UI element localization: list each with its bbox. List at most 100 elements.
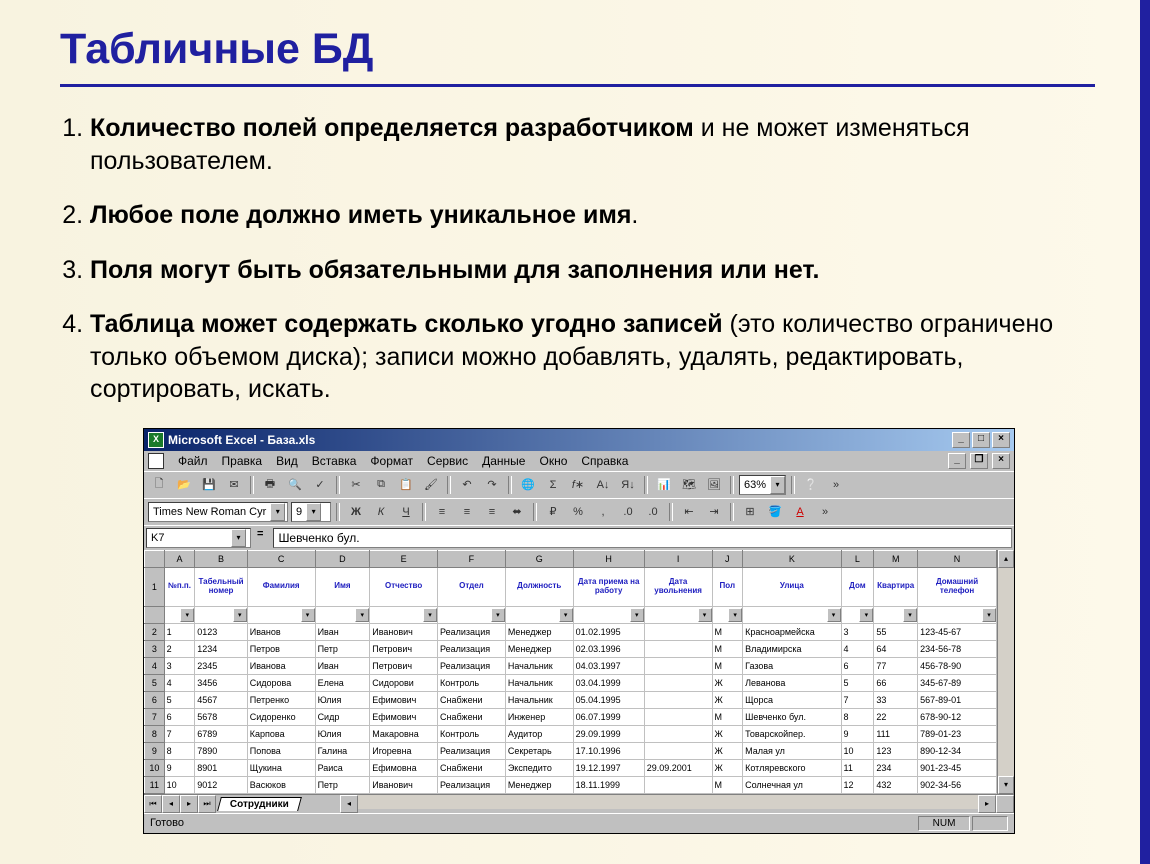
tab-next[interactable]: ▸: [180, 795, 198, 813]
titlebar: X Microsoft Excel - База.xls _ □ ×: [144, 429, 1014, 451]
align-center-icon[interactable]: ≡: [456, 501, 478, 523]
cut-icon[interactable]: ✂: [345, 474, 367, 496]
menu-file[interactable]: Файл: [178, 454, 208, 468]
hyperlink-icon[interactable]: 🌐: [517, 474, 539, 496]
status-cell: [972, 816, 1008, 831]
chart-icon[interactable]: 📊: [653, 474, 675, 496]
scroll-corner: [996, 795, 1014, 813]
menu-view[interactable]: Вид: [276, 454, 298, 468]
format-toolbar: Times New Roman Cyr▾ 9▾ Ж К Ч ≡ ≡ ≡ ⬌ ₽ …: [144, 498, 1014, 525]
font-color-icon[interactable]: A: [789, 501, 811, 523]
sort-desc-icon[interactable]: Я↓: [617, 474, 639, 496]
inc-indent-icon[interactable]: ⇥: [703, 501, 725, 523]
menu-insert[interactable]: Вставка: [312, 454, 357, 468]
more-format-icon[interactable]: »: [814, 501, 836, 523]
inc-decimal-icon[interactable]: .0: [617, 501, 639, 523]
undo-icon[interactable]: ↶: [456, 474, 478, 496]
formula-bar[interactable]: Шевченко бул.: [273, 528, 1012, 548]
doc-restore[interactable]: ❐: [970, 453, 988, 469]
menu-tools[interactable]: Сервис: [427, 454, 468, 468]
sort-asc-icon[interactable]: A↓: [592, 474, 614, 496]
zoom-combo[interactable]: 63%▾: [739, 475, 786, 495]
status-bar: Готово NUM: [144, 813, 1014, 833]
font-combo[interactable]: Times New Roman Cyr▾: [148, 502, 288, 522]
grid-area: AB CD EF GH IJ KL MN 1 №п.п.Табельный но…: [144, 550, 1014, 794]
doc-icon: [148, 453, 164, 469]
table-row[interactable]: 987890ПоповаГалинаИгоревнаРеализацияСекр…: [145, 742, 997, 759]
print-icon[interactable]: 🖶: [259, 474, 281, 496]
tab-prev[interactable]: ◂: [162, 795, 180, 813]
excel-window: X Microsoft Excel - База.xls _ □ × Файл …: [143, 428, 1015, 834]
header-row: 1 №п.п.Табельный номерФамилия ИмяОтчеств…: [145, 567, 997, 606]
status-text: Готово: [150, 817, 184, 829]
close-button[interactable]: ×: [992, 432, 1010, 448]
standard-toolbar: 🗋 📂 💾 ✉ 🖶 🔍 ✓ ✂ ⧉ 📋 🖌 ↶ ↷ 🌐 Σ f∗ A↓ Я↓ 📊…: [144, 471, 1014, 498]
menu-window[interactable]: Окно: [539, 454, 567, 468]
currency-icon[interactable]: ₽: [542, 501, 564, 523]
table-row[interactable]: 543456СидороваЕленаСидоровиКонтрольНачал…: [145, 674, 997, 691]
menubar: Файл Правка Вид Вставка Формат Сервис Да…: [144, 451, 1014, 471]
more-icon[interactable]: »: [825, 474, 847, 496]
tab-first[interactable]: ⏮: [144, 795, 162, 813]
align-left-icon[interactable]: ≡: [431, 501, 453, 523]
doc-close[interactable]: ×: [992, 453, 1010, 469]
point-2: Любое поле должно иметь уникальное имя.: [90, 199, 1095, 232]
drawing-icon[interactable]: 🖼: [703, 474, 725, 496]
point-3: Поля могут быть обязательными для заполн…: [90, 254, 1095, 287]
menu-format[interactable]: Формат: [370, 454, 413, 468]
align-right-icon[interactable]: ≡: [481, 501, 503, 523]
table-row[interactable]: 765678СидоренкоСидрЕфимовичСнабжениИнжен…: [145, 708, 997, 725]
map-icon[interactable]: 🗺: [678, 474, 700, 496]
help-icon[interactable]: ❔: [800, 474, 822, 496]
numlock-indicator: NUM: [918, 816, 971, 831]
borders-icon[interactable]: ⊞: [739, 501, 761, 523]
minimize-button[interactable]: _: [952, 432, 970, 448]
table-row[interactable]: 432345ИвановаИванПетровичРеализацияНачал…: [145, 657, 997, 674]
percent-icon[interactable]: %: [567, 501, 589, 523]
spell-icon[interactable]: ✓: [309, 474, 331, 496]
bullet-list: Количество полей определяется разработчи…: [60, 112, 1095, 406]
dec-indent-icon[interactable]: ⇤: [678, 501, 700, 523]
function-icon[interactable]: f∗: [567, 474, 589, 496]
table-row[interactable]: 1098901ЩукинаРаисаЕфимовнаСнабжениЭкспед…: [145, 759, 997, 776]
mail-icon[interactable]: ✉: [223, 474, 245, 496]
save-icon[interactable]: 💾: [198, 474, 220, 496]
preview-icon[interactable]: 🔍: [284, 474, 306, 496]
table-row[interactable]: 321234ПетровПетрПетровичРеализацияМенедж…: [145, 640, 997, 657]
new-icon[interactable]: 🗋: [148, 474, 170, 496]
sheet-tab[interactable]: Сотрудники: [217, 797, 302, 811]
redo-icon[interactable]: ↷: [481, 474, 503, 496]
menu-data[interactable]: Данные: [482, 454, 525, 468]
merge-icon[interactable]: ⬌: [506, 501, 528, 523]
fill-color-icon[interactable]: 🪣: [764, 501, 786, 523]
horizontal-scrollbar[interactable]: ◂▸: [340, 795, 996, 813]
italic-icon[interactable]: К: [370, 501, 392, 523]
menu-edit[interactable]: Правка: [222, 454, 263, 468]
paste-icon[interactable]: 📋: [395, 474, 417, 496]
comma-icon[interactable]: ,: [592, 501, 614, 523]
underline-icon[interactable]: Ч: [395, 501, 417, 523]
table-row[interactable]: 11109012ВасюковПетрИвановичРеализацияМен…: [145, 776, 997, 793]
open-icon[interactable]: 📂: [173, 474, 195, 496]
copy-icon[interactable]: ⧉: [370, 474, 392, 496]
table-row[interactable]: 876789КарповаЮлияМакаровнаКонтрольАудито…: [145, 725, 997, 742]
point-1: Количество полей определяется разработчи…: [90, 112, 1095, 177]
filter-row[interactable]: ▾▾▾ ▾▾▾ ▾▾▾ ▾▾▾ ▾▾: [145, 606, 997, 623]
name-box[interactable]: K7▾: [146, 528, 251, 548]
table-row[interactable]: 210123ИвановИванИвановичРеализацияМенедж…: [145, 623, 997, 640]
table-row[interactable]: 654567ПетренкоЮлияЕфимовичСнабжениНачаль…: [145, 691, 997, 708]
doc-minimize[interactable]: _: [948, 453, 966, 469]
slide-title: Табличные БД: [60, 25, 1095, 74]
autosum-icon[interactable]: Σ: [542, 474, 564, 496]
bold-icon[interactable]: Ж: [345, 501, 367, 523]
vertical-scrollbar[interactable]: ▴▾: [997, 550, 1014, 794]
fontsize-combo[interactable]: 9▾: [291, 502, 331, 522]
tab-last[interactable]: ⏭: [198, 795, 216, 813]
window-title: Microsoft Excel - База.xls: [168, 433, 950, 447]
menu-help[interactable]: Справка: [581, 454, 628, 468]
format-painter-icon[interactable]: 🖌: [420, 474, 442, 496]
equals-label: =: [257, 528, 263, 548]
dec-decimal-icon[interactable]: .0: [642, 501, 664, 523]
spreadsheet-grid[interactable]: AB CD EF GH IJ KL MN 1 №п.п.Табельный но…: [144, 550, 997, 794]
maximize-button[interactable]: □: [972, 432, 990, 448]
